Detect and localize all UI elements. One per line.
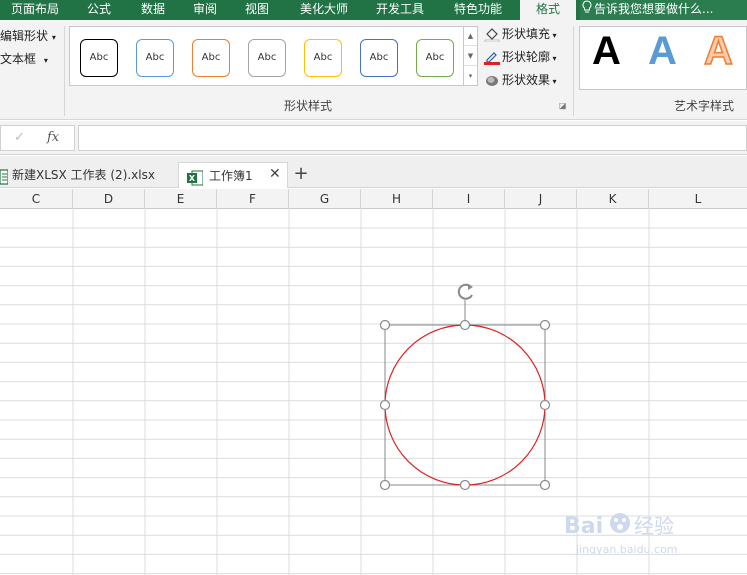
gallery-scroll: ▲ ▼ ▾ (463, 26, 478, 86)
circle-shape[interactable] (370, 280, 560, 505)
column-header-j[interactable]: J (505, 189, 577, 209)
column-header-f[interactable]: F (217, 189, 289, 209)
function-icon[interactable]: fx (47, 130, 59, 145)
resize-handle-left[interactable] (379, 399, 391, 411)
gallery-down-button[interactable]: ▼ (464, 47, 477, 66)
shape-style-gallery: Abc Abc Abc Abc Abc Abc Abc (69, 26, 464, 86)
tab-format[interactable]: 格式 (520, 0, 576, 22)
circle-outline (384, 324, 546, 486)
add-tab-button[interactable]: + (290, 164, 312, 186)
shape-style-swatch-3[interactable]: Abc (192, 39, 230, 77)
wordart-style-3[interactable]: A (703, 28, 733, 74)
resize-handle-bottom[interactable] (459, 479, 471, 491)
formula-bar: ✓ fx (0, 121, 747, 155)
tab-view[interactable]: 视图 (234, 0, 280, 20)
tab-developer[interactable]: 开发工具 (368, 0, 432, 20)
resize-handle-bottom-right[interactable] (539, 479, 551, 491)
text-box-label: 文本框 (0, 52, 37, 66)
pen-icon (484, 51, 500, 65)
lightbulb-icon (582, 0, 592, 19)
close-icon[interactable]: ✕ (269, 166, 281, 182)
shape-styles-group-label: 形状样式 (284, 99, 333, 113)
resize-handle-right[interactable] (539, 399, 551, 411)
tab-beautify-master[interactable]: 美化大师 (292, 0, 356, 20)
chevron-down-icon: ▾ (550, 31, 557, 40)
shape-style-swatch-7[interactable]: Abc (416, 39, 454, 77)
shape-effects-icon (484, 74, 500, 88)
resize-handle-bottom-left[interactable] (379, 479, 391, 491)
shape-style-swatch-4[interactable]: Abc (248, 39, 286, 77)
column-header-i[interactable]: I (433, 189, 505, 209)
shape-style-swatch-1[interactable]: Abc (80, 39, 118, 77)
rotate-handle-icon[interactable] (457, 283, 473, 300)
excel-file-icon (0, 168, 9, 185)
tell-me-search[interactable]: 告诉我您想要做什么... (580, 0, 747, 20)
gallery-up-button[interactable]: ▲ (464, 27, 477, 46)
column-header-h[interactable]: H (361, 189, 433, 209)
workbook-tabs: 新建XLSX 工作表 (2).xlsx X 工作簿1 ✕ + (0, 156, 747, 188)
wordart-style-2[interactable]: A (648, 29, 677, 74)
chevron-down-icon: ▾ (550, 54, 557, 63)
column-header-l[interactable]: L (649, 189, 747, 209)
shape-style-swatch-6[interactable]: Abc (360, 39, 398, 77)
tab-special-features[interactable]: 特色功能 (446, 0, 510, 20)
workbook-tab-1-label: 新建XLSX 工作表 (2).xlsx (12, 168, 155, 182)
resize-handle-top-right[interactable] (539, 319, 551, 331)
workbook-tab-1[interactable]: 新建XLSX 工作表 (2).xlsx (0, 162, 176, 188)
shape-fill-label: 形状填充 (502, 27, 551, 41)
formula-input[interactable] (78, 125, 747, 151)
checkmark-icon[interactable]: ✓ (14, 130, 25, 145)
ribbon-tab-bar: 页面布局 公式 数据 审阅 视图 美化大师 开发工具 特色功能 格式 告诉我您想… (0, 0, 747, 22)
dialog-launcher-icon[interactable]: ◪ (559, 102, 567, 110)
shape-effects-label: 形状效果 (502, 73, 551, 87)
svg-text:经验: 经验 (634, 514, 674, 538)
edit-shape-button[interactable]: 编辑形状 ▾ (0, 27, 56, 44)
tab-data[interactable]: 数据 (128, 0, 178, 20)
edit-shape-label: 编辑形状 (0, 29, 49, 43)
column-header-k[interactable]: K (577, 189, 649, 209)
chevron-down-icon: ▾ (51, 33, 56, 42)
gallery-more-button[interactable]: ▾ (464, 67, 477, 86)
workbook-tab-2-label: 工作簿1 (209, 169, 253, 183)
tell-me-text: 告诉我您想要做什么... (594, 2, 714, 16)
shape-fill-button[interactable]: 形状填充 ▾ (484, 24, 557, 44)
shape-effects-button[interactable]: 形状效果 ▾ (484, 70, 557, 90)
paint-bucket-icon (484, 27, 500, 42)
chevron-down-icon: ▾ (550, 77, 557, 86)
shape-style-swatch-2[interactable]: Abc (136, 39, 174, 77)
group-divider (64, 26, 65, 116)
tab-page-layout[interactable]: 页面布局 (0, 0, 70, 20)
ribbon: 编辑形状 ▾ 文本框 ▾ Abc Abc Abc Abc Abc Abc Abc… (0, 20, 747, 120)
baidu-watermark-logo: Bai 经验 jingyan.baidu.com (560, 505, 720, 565)
group-divider (573, 26, 574, 116)
svg-text:X: X (189, 174, 196, 183)
column-header-e[interactable]: E (145, 189, 217, 209)
excel-file-icon: X (187, 169, 204, 185)
tab-formulas[interactable]: 公式 (74, 0, 124, 20)
column-header-c[interactable]: C (0, 189, 73, 209)
column-header-d[interactable]: D (73, 189, 145, 209)
resize-handle-top-left[interactable] (379, 319, 391, 331)
formula-bar-buttons: ✓ fx (0, 125, 75, 151)
shape-outline-button[interactable]: 形状轮廓 ▾ (484, 47, 557, 67)
tab-review[interactable]: 审阅 (182, 0, 228, 20)
wordart-style-1[interactable]: A (592, 29, 621, 74)
wordart-gallery: A A A (579, 26, 747, 90)
svg-text:jingyan.baidu.com: jingyan.baidu.com (575, 543, 678, 556)
shape-outline-label: 形状轮廓 (502, 50, 551, 64)
resize-handle-top[interactable] (459, 319, 471, 331)
text-box-button[interactable]: 文本框 ▾ (0, 50, 48, 67)
chevron-down-icon: ▾ (43, 56, 48, 65)
selection-box (384, 324, 546, 486)
svg-text:Bai: Bai (564, 514, 603, 539)
shape-style-swatch-5[interactable]: Abc (304, 39, 342, 77)
column-headers: C D E F G H I J K L (0, 189, 747, 209)
column-header-g[interactable]: G (289, 189, 361, 209)
wordart-styles-group-label: 艺术字样式 (674, 99, 735, 113)
